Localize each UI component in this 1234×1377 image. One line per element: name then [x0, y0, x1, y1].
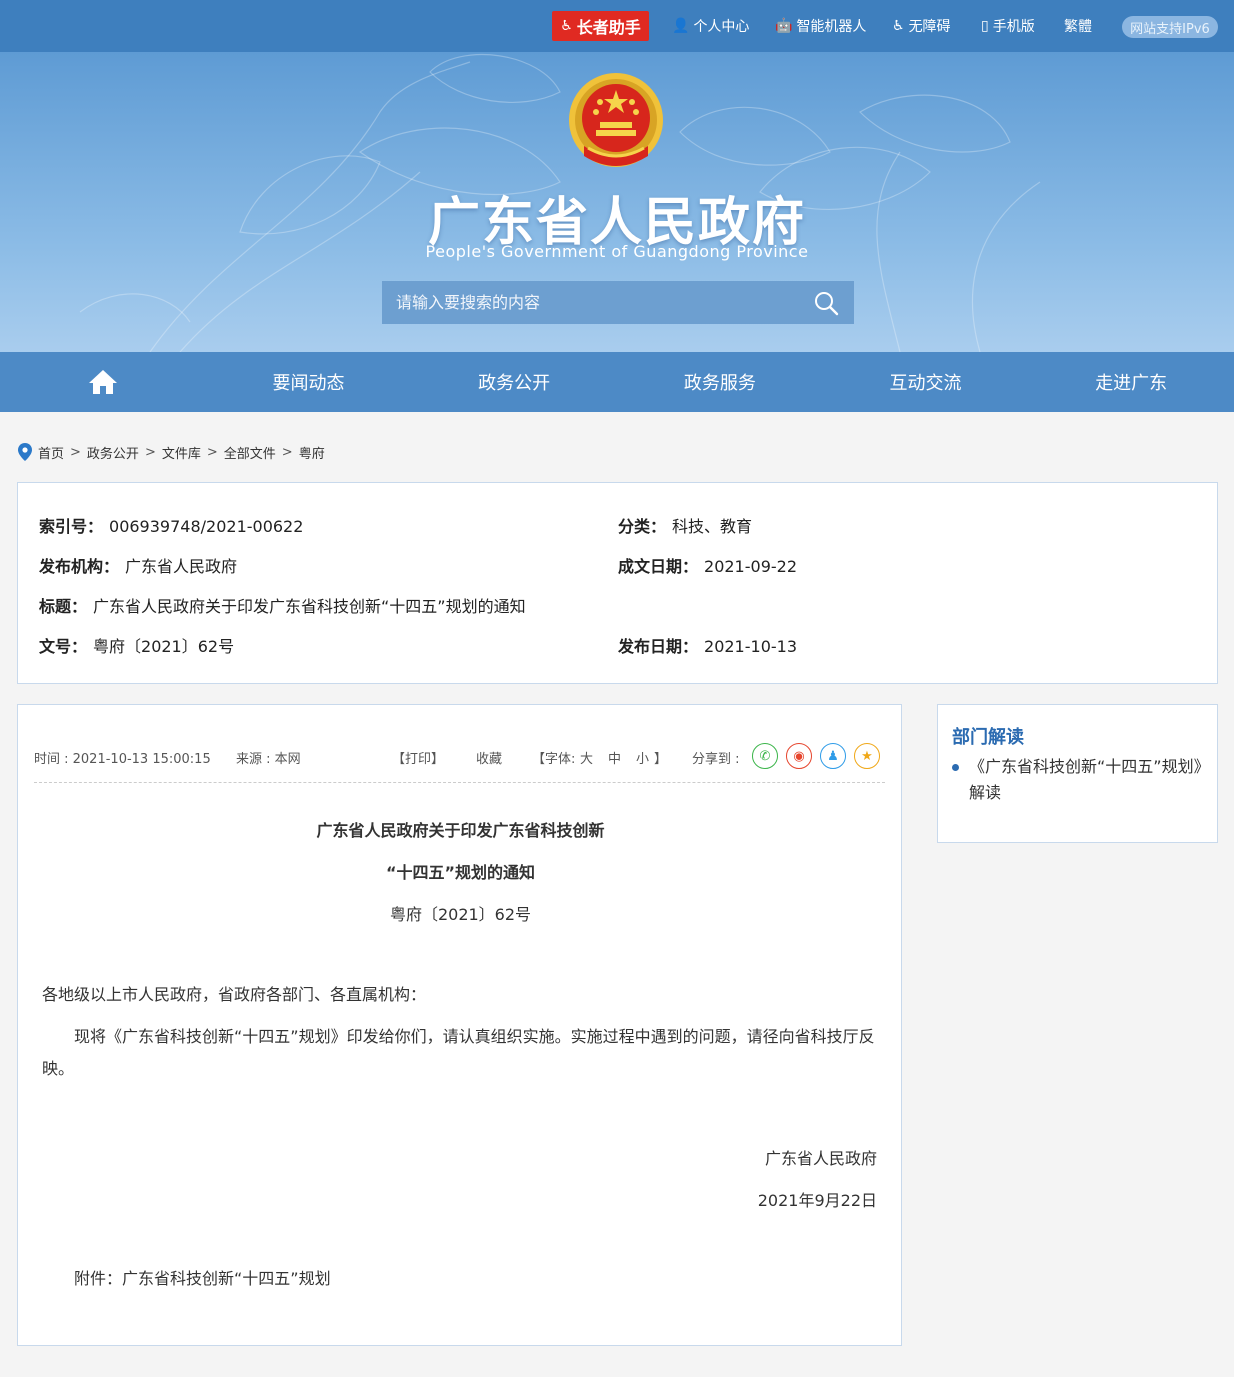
wechat-share-icon[interactable]: ✆ [752, 743, 778, 769]
meta-category-label: 分类： [618, 517, 667, 536]
robot-icon: 🤖 [775, 18, 793, 34]
font-medium-button[interactable]: 中 [608, 748, 621, 767]
nav-about-guangdong[interactable]: 走进广东 [1028, 352, 1234, 412]
nav-services[interactable]: 政务服务 [617, 352, 823, 412]
traditional-label: 繁體 [1064, 19, 1092, 35]
nav-government-affairs[interactable]: 政务公开 [411, 352, 617, 412]
collect-button[interactable]: 收藏 [476, 748, 502, 767]
font-size-label: 【字体: [532, 752, 576, 767]
print-button[interactable]: 【打印】 [392, 748, 444, 767]
robot-link[interactable]: 🤖 智能机器人 [775, 16, 866, 36]
article-source: 来源 : 本网 [236, 752, 301, 767]
font-small-button[interactable]: 小 [636, 748, 649, 767]
bullet-icon [952, 764, 959, 771]
breadcrumb-separator: > [281, 444, 293, 460]
article-doc-number: 粤府〔2021〕62号 [389, 905, 532, 924]
department-interpretation-panel: 部门解读 《广东省科技创新“十四五”规划》解读 [937, 704, 1218, 843]
article-toolbar: 时间 : 2021-10-13 15:00:15 来源 : 本网 【打印】 收藏… [34, 743, 885, 783]
ipv6-badge: 网站支持IPv6 [1122, 16, 1218, 38]
article-title-line2: “十四五”规划的通知 [385, 863, 536, 882]
nav-home[interactable] [0, 352, 206, 412]
mobile-label: 手机版 [992, 19, 1035, 35]
meta-docno-value: 粤府〔2021〕62号 [93, 637, 235, 656]
qzone-share-icon[interactable]: ★ [854, 743, 880, 769]
article-sign-org: 广东省人民政府 [764, 1149, 877, 1168]
traditional-chinese-link[interactable]: 繁體 [1064, 16, 1092, 36]
meta-title: 标题： 广东省人民政府关于印发广东省科技创新“十四五”规划的通知 [39, 593, 526, 617]
weibo-share-icon[interactable]: ◉ [786, 743, 812, 769]
article-time: 时间 : 2021-10-13 15:00:15 [34, 752, 211, 767]
mobile-link[interactable]: ▯ 手机版 [981, 16, 1035, 36]
site-subtitle: People's Government of Guangdong Provinc… [425, 242, 809, 261]
banner: 广东省人民政府 People's Government of Guangdong… [0, 52, 1234, 352]
breadcrumb-government-affairs[interactable]: 政务公开 [87, 443, 139, 462]
meta-written-label: 成文日期： [618, 557, 699, 576]
meta-category-value: 科技、教育 [672, 517, 753, 536]
breadcrumb-home[interactable]: 首页 [38, 443, 64, 462]
meta-pubdate-label: 发布日期： [618, 637, 699, 656]
breadcrumb-separator: > [144, 444, 156, 460]
national-emblem-icon [569, 73, 663, 167]
meta-title-value: 广东省人民政府关于印发广东省科技创新“十四五”规划的通知 [93, 597, 526, 616]
side-link-label: 《广东省科技创新“十四五”规划》解读 [969, 757, 1202, 802]
meta-docno-label: 文号： [39, 637, 88, 656]
qq-share-icon[interactable]: ♟ [820, 743, 846, 769]
breadcrumb-file-library[interactable]: 文件库 [162, 443, 201, 462]
accessibility-label: 无障碍 [908, 19, 951, 35]
meta-publish-date: 发布日期： 2021-10-13 [618, 633, 797, 657]
accessibility-link[interactable]: ♿ 无障碍 [892, 16, 951, 36]
article-body: 现将《广东省科技创新“十四五”规划》印发给你们，请认真组织实施。实施过程中遇到的… [42, 1027, 875, 1078]
personal-center-label: 个人中心 [693, 19, 750, 35]
robot-label: 智能机器人 [796, 19, 867, 35]
side-interpretation-link[interactable]: 《广东省科技创新“十四五”规划》解读 [952, 754, 1207, 806]
article-panel: 时间 : 2021-10-13 15:00:15 来源 : 本网 【打印】 收藏… [17, 704, 902, 1346]
elder-assistant-button[interactable]: ♿ 长者助手 [552, 11, 649, 41]
side-heading: 部门解读 [952, 727, 1024, 748]
search-icon[interactable] [812, 289, 840, 317]
nav-interaction[interactable]: 互动交流 [823, 352, 1029, 412]
wheelchair-icon: ♿ [892, 18, 905, 34]
top-bar: ♿ 长者助手 👤 个人中心 🤖 智能机器人 ♿ 无障碍 ▯ 手机版 繁體 网站支… [0, 0, 1234, 52]
home-icon [88, 370, 117, 394]
user-icon: 👤 [672, 18, 690, 34]
search-bar [382, 281, 854, 324]
phone-icon: ▯ [981, 18, 989, 34]
breadcrumb-current[interactable]: 粤府 [299, 443, 325, 462]
breadcrumb-separator: > [206, 444, 218, 460]
breadcrumb: 首页 > 政务公开 > 文件库 > 全部文件 > 粤府 [18, 442, 325, 462]
location-pin-icon [18, 443, 32, 461]
meta-doc-number: 文号： 粤府〔2021〕62号 [39, 633, 234, 657]
meta-index-label: 索引号： [39, 517, 104, 536]
search-input[interactable] [396, 293, 812, 312]
breadcrumb-all-files[interactable]: 全部文件 [224, 443, 276, 462]
article-attachment-link[interactable]: 附件：广东省科技创新“十四五”规划 [74, 1263, 874, 1295]
meta-pubdate-value: 2021-10-13 [704, 637, 797, 656]
elder-icon: ♿ [560, 18, 573, 34]
document-meta: 索引号： 006939748/2021-00622 分类： 科技、教育 发布机构： 广… [17, 482, 1218, 684]
meta-publisher-value: 广东省人民政府 [125, 557, 238, 576]
personal-center-link[interactable]: 👤 个人中心 [672, 16, 749, 36]
elder-assistant-label: 长者助手 [576, 18, 641, 37]
main-nav: 要闻动态 政务公开 政务服务 互动交流 走进广东 [0, 352, 1234, 412]
article-title-line1: 广东省人民政府关于印发广东省科技创新 [316, 821, 605, 840]
share-label: 分享到 : [692, 752, 740, 767]
article-salutation: 各地级以上市人民政府，省政府各部门、各直属机构： [42, 985, 427, 1004]
article-sign-date: 2021年9月22日 [757, 1191, 877, 1210]
font-size-end: 】 [654, 752, 668, 767]
meta-index: 索引号： 006939748/2021-00622 [39, 513, 303, 537]
nav-news[interactable]: 要闻动态 [206, 352, 412, 412]
meta-publisher-label: 发布机构： [39, 557, 120, 576]
meta-written-date: 成文日期： 2021-09-22 [618, 553, 797, 577]
font-large-button[interactable]: 大 [580, 748, 593, 767]
breadcrumb-separator: > [70, 444, 81, 460]
meta-title-label: 标题： [39, 597, 88, 616]
meta-publisher: 发布机构： 广东省人民政府 [39, 553, 237, 577]
meta-category: 分类： 科技、教育 [618, 513, 752, 537]
meta-index-value: 006939748/2021-00622 [109, 517, 304, 536]
meta-written-value: 2021-09-22 [704, 557, 797, 576]
